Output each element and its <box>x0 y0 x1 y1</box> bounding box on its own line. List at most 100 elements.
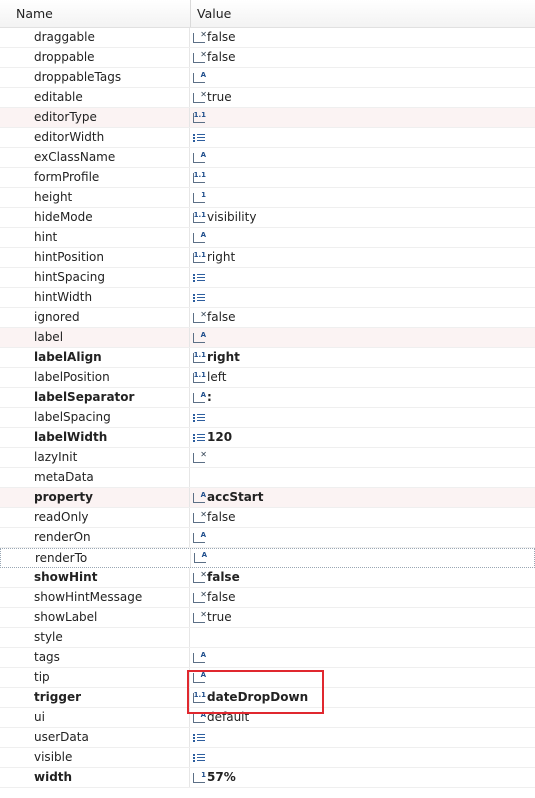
property-value-cell[interactable]: ✕ false <box>190 508 535 527</box>
property-value-cell[interactable]: A <box>190 148 535 167</box>
property-name: trigger <box>0 688 190 707</box>
property-row-labelWidth[interactable]: labelWidth 120 <box>0 428 535 448</box>
property-name: hint <box>0 228 190 247</box>
property-row-hintSpacing[interactable]: hintSpacing <box>0 268 535 288</box>
property-value-cell[interactable]: Adefault <box>190 708 535 727</box>
property-value-cell[interactable]: A <box>190 668 535 687</box>
property-value-cell[interactable]: 1.1 left <box>190 368 535 387</box>
property-value-cell[interactable]: ✕ false <box>190 28 535 47</box>
property-value-cell[interactable] <box>190 268 535 287</box>
property-row-hideMode[interactable]: hideMode 1.1 visibility <box>0 208 535 228</box>
property-value-cell[interactable]: A <box>190 648 535 667</box>
property-value-cell[interactable]: 1.1 <box>190 168 535 187</box>
property-name: editable <box>0 88 190 107</box>
property-row-height[interactable]: height 1 <box>0 188 535 208</box>
property-value-cell[interactable]: ✕ true <box>190 88 535 107</box>
property-row-trigger[interactable]: trigger 1.1 dateDropDown <box>0 688 535 708</box>
property-row-labelSeparator[interactable]: labelSeparator A: <box>0 388 535 408</box>
property-name: droppable <box>0 48 190 67</box>
property-value-cell[interactable]: ✕ false <box>190 48 535 67</box>
property-row-label[interactable]: label A <box>0 328 535 348</box>
property-value-cell[interactable]: A <box>190 228 535 247</box>
property-row-property[interactable]: property AaccStart <box>0 488 535 508</box>
property-row-editorType[interactable]: editorType 1.1 <box>0 108 535 128</box>
property-value: right <box>207 350 240 364</box>
property-value-cell[interactable]: A <box>190 528 535 547</box>
property-name: renderTo <box>1 549 191 567</box>
property-value-cell[interactable] <box>190 288 535 307</box>
property-value-cell[interactable] <box>190 128 535 147</box>
property-value-cell[interactable]: 1 <box>190 188 535 207</box>
property-value-cell[interactable]: 1 57% <box>190 768 535 787</box>
property-row-hintPosition[interactable]: hintPosition 1.1 right <box>0 248 535 268</box>
property-value-cell[interactable]: 1.1 visibility <box>190 208 535 227</box>
property-value-cell[interactable] <box>190 728 535 747</box>
property-value-cell[interactable]: 1.1 right <box>190 248 535 267</box>
property-name: editorType <box>0 108 190 127</box>
property-value-cell[interactable]: 1.1 <box>190 108 535 127</box>
list-icon <box>193 733 205 743</box>
property-row-showHint[interactable]: showHint ✕ false <box>0 568 535 588</box>
property-row-droppable[interactable]: droppable ✕ false <box>0 48 535 68</box>
property-value-cell[interactable]: A <box>190 328 535 347</box>
property-name: hintSpacing <box>0 268 190 287</box>
property-value-cell[interactable] <box>190 628 535 647</box>
property-value-cell[interactable] <box>190 408 535 427</box>
property-row-width[interactable]: width 1 57% <box>0 768 535 788</box>
string-icon: A <box>193 391 206 403</box>
string-icon: A <box>193 671 206 683</box>
property-row-formProfile[interactable]: formProfile 1.1 <box>0 168 535 188</box>
property-row-hintWidth[interactable]: hintWidth <box>0 288 535 308</box>
property-value-cell[interactable]: ✕ <box>190 448 535 467</box>
enum-icon: 1.1 <box>193 691 206 703</box>
property-value-cell[interactable]: 1.1 dateDropDown <box>190 688 535 707</box>
property-row-lazyInit[interactable]: lazyInit ✕ <box>0 448 535 468</box>
property-value-cell[interactable] <box>190 468 535 487</box>
property-value-cell[interactable]: ✕ false <box>190 308 535 327</box>
bool-icon: ✕ <box>193 510 207 523</box>
property-value: false <box>207 310 236 324</box>
property-row-renderOn[interactable]: renderOn A <box>0 528 535 548</box>
property-row-showLabel[interactable]: showLabel ✕ true <box>0 608 535 628</box>
property-value-cell[interactable]: 120 <box>190 428 535 447</box>
property-name: readOnly <box>0 508 190 527</box>
property-row-draggable[interactable]: draggable ✕ false <box>0 28 535 48</box>
property-value-cell[interactable]: A <box>190 68 535 87</box>
property-row-showHintMessage[interactable]: showHintMessage ✕ false <box>0 588 535 608</box>
property-row-editable[interactable]: editable ✕ true <box>0 88 535 108</box>
property-value-cell[interactable]: A: <box>190 388 535 407</box>
property-value-cell[interactable]: ✕ false <box>190 568 535 587</box>
property-row-visible[interactable]: visible <box>0 748 535 768</box>
property-value-cell[interactable]: A <box>191 549 534 567</box>
enum-icon: 1.1 <box>193 351 206 363</box>
number-icon: 1 <box>193 191 206 203</box>
property-row-renderTo[interactable]: renderTo A <box>0 548 535 568</box>
name-column-header[interactable]: Name <box>0 0 191 27</box>
property-row-labelSpacing[interactable]: labelSpacing <box>0 408 535 428</box>
property-row-style[interactable]: style <box>0 628 535 648</box>
property-row-userData[interactable]: userData <box>0 728 535 748</box>
property-row-ignored[interactable]: ignored ✕ false <box>0 308 535 328</box>
property-row-tip[interactable]: tip A <box>0 668 535 688</box>
property-value-cell[interactable]: ✕ false <box>190 588 535 607</box>
property-row-labelAlign[interactable]: labelAlign 1.1 right <box>0 348 535 368</box>
value-column-header[interactable]: Value <box>191 0 231 27</box>
property-row-labelPosition[interactable]: labelPosition 1.1 left <box>0 368 535 388</box>
property-value-cell[interactable] <box>190 748 535 767</box>
string-icon: A <box>193 151 206 163</box>
property-row-editorWidth[interactable]: editorWidth <box>0 128 535 148</box>
property-name: showHintMessage <box>0 588 190 607</box>
property-row-hint[interactable]: hint A <box>0 228 535 248</box>
property-value-cell[interactable]: ✕ true <box>190 608 535 627</box>
property-row-metaData[interactable]: metaData <box>0 468 535 488</box>
property-name: width <box>0 768 190 787</box>
property-row-exClassName[interactable]: exClassName A <box>0 148 535 168</box>
property-row-ui[interactable]: ui Adefault <box>0 708 535 728</box>
property-row-droppableTags[interactable]: droppableTags A <box>0 68 535 88</box>
property-value: left <box>207 370 227 384</box>
property-value: visibility <box>207 210 257 224</box>
property-value-cell[interactable]: 1.1 right <box>190 348 535 367</box>
property-row-readOnly[interactable]: readOnly ✕ false <box>0 508 535 528</box>
property-value-cell[interactable]: AaccStart <box>190 488 535 507</box>
property-row-tags[interactable]: tags A <box>0 648 535 668</box>
